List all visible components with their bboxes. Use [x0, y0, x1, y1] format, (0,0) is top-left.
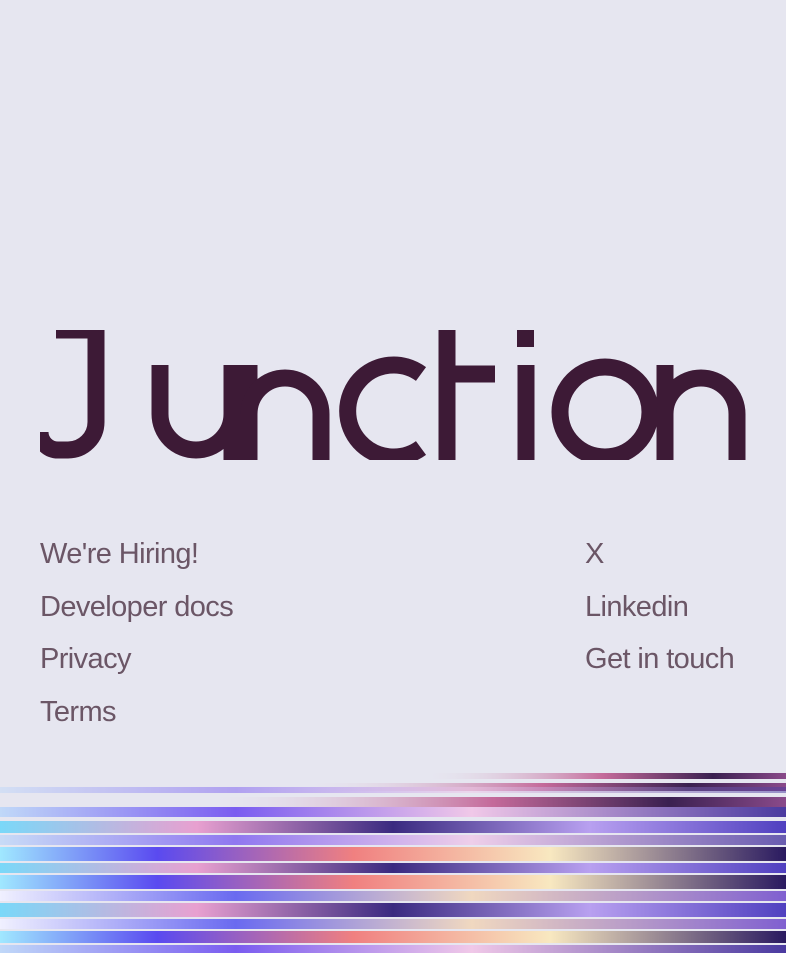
footer-links-left: We're Hiring! Developer docs Privacy Ter…	[40, 528, 234, 739]
junction-logo[interactable]	[40, 330, 746, 460]
terms-link[interactable]: Terms	[40, 686, 233, 739]
junction-wordmark	[40, 330, 746, 460]
footer-links-right: X Linkedin Get in touch	[585, 528, 735, 686]
hiring-link[interactable]: We're Hiring!	[40, 528, 233, 581]
privacy-link[interactable]: Privacy	[40, 633, 233, 686]
x-link[interactable]: X	[585, 528, 734, 581]
developer-docs-link[interactable]: Developer docs	[40, 581, 234, 634]
linkedin-link[interactable]: Linkedin	[585, 581, 734, 634]
get-in-touch-link[interactable]: Get in touch	[585, 633, 735, 686]
decorative-gradient-stripes	[0, 773, 786, 953]
stripes-graphic	[0, 773, 786, 953]
